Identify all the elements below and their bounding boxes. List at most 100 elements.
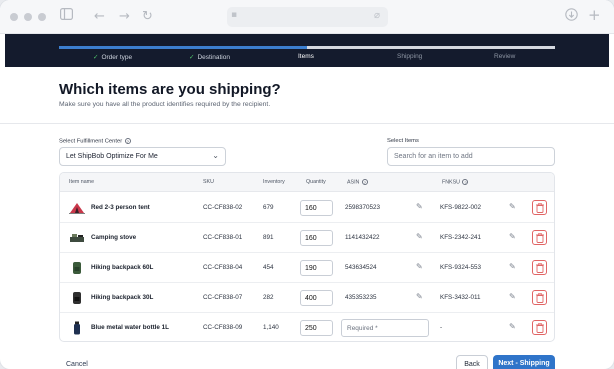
delete-row-trash-icon[interactable]: [532, 320, 547, 335]
item-name: Hiking backpack 30L: [91, 294, 154, 301]
address-bar[interactable]: ▪ ⌀: [227, 7, 388, 27]
delete-row-trash-icon[interactable]: [532, 200, 547, 215]
step-review[interactable]: Review: [494, 53, 515, 60]
table-row: Blue metal water bottle 1L CC-CF838-09 1…: [60, 313, 554, 341]
item-inventory: 1,140: [263, 324, 279, 331]
window-zoom-dot[interactable]: [38, 13, 46, 21]
step-order-type[interactable]: ✓ Order type: [93, 53, 132, 61]
delete-row-trash-icon[interactable]: [532, 290, 547, 305]
item-sku: CC-CF838-01: [203, 234, 243, 241]
fulfillment-center-label: Select Fulfillment Center ?: [59, 138, 131, 145]
item-fnsku: KFS-9822-002: [440, 204, 481, 211]
reload-icon[interactable]: ↻: [142, 9, 153, 25]
step-label: Shipping: [397, 53, 423, 60]
step-label: Order type: [101, 54, 133, 61]
item-asin: 1141432422: [345, 234, 380, 241]
asin-input[interactable]: Required *: [341, 319, 429, 337]
column-fnsku-label: FNKSU: [442, 179, 460, 186]
quantity-value: 190: [305, 265, 317, 272]
item-name: Hiking backpack 60L: [91, 264, 154, 271]
progress-stepper: ✓ Order type ✓ Destination Items Shipping …: [5, 34, 609, 67]
check-icon: ✓: [189, 53, 195, 61]
item-name: Blue metal water bottle 1L: [91, 324, 170, 331]
info-icon[interactable]: ?: [124, 138, 131, 144]
backpack-thumbnail: [73, 292, 81, 304]
column-inventory: Inventory: [263, 179, 285, 185]
quantity-value: 160: [305, 235, 317, 242]
item-asin: 2598370523: [345, 204, 381, 211]
edit-row-pencil-icon[interactable]: ✎: [509, 292, 516, 301]
step-destination[interactable]: ✓ Destination: [189, 53, 230, 61]
item-sku: CC-CF838-02: [203, 204, 243, 211]
progress-track: [59, 46, 555, 49]
item-asin: 435353235: [345, 294, 377, 301]
step-label: Items: [298, 53, 314, 60]
backpack-thumbnail: [73, 262, 81, 274]
step-shipping[interactable]: Shipping: [397, 53, 422, 60]
edit-asin-pencil-icon[interactable]: ✎: [416, 262, 423, 271]
page-title: Which items are you shipping?: [59, 81, 281, 98]
edit-asin-pencil-icon[interactable]: ✎: [416, 292, 423, 301]
item-inventory: 454: [263, 264, 274, 271]
sidebar-toggle-icon[interactable]: [60, 8, 74, 25]
edit-row-pencil-icon[interactable]: ✎: [509, 262, 516, 271]
item-fnsku: KFS-2342-241: [440, 234, 481, 241]
item-search-input[interactable]: Search for an item to add: [387, 147, 555, 166]
info-icon[interactable]: ?: [462, 179, 469, 185]
item-inventory: 282: [263, 294, 274, 301]
table-header: Item name SKU Inventory Quantity ASIN ? …: [60, 173, 554, 192]
bottle-thumbnail: [74, 321, 80, 335]
select-items-label: Select Items: [387, 138, 419, 144]
chevron-down-icon: ⌄: [212, 151, 219, 160]
quantity-input[interactable]: 160: [300, 200, 333, 216]
fulfillment-center-select[interactable]: Let ShipBob Optimize For Me ⌄: [59, 147, 226, 166]
back-button[interactable]: Back: [456, 355, 488, 369]
arrow-left-icon[interactable]: ←: [94, 9, 105, 25]
quantity-input[interactable]: 190: [300, 260, 333, 276]
browser-window: ← → ↻ ▪ ⌀ + ✓ Order type ✓ Destination Ite…: [0, 0, 614, 369]
edit-row-pencil-icon[interactable]: ✎: [509, 202, 516, 211]
table-row: Camping stove CC-CF838-01 891 160 114143…: [60, 223, 554, 253]
column-item-name: Item name: [69, 179, 95, 185]
window-minimize-dot[interactable]: [24, 13, 32, 21]
cancel-link[interactable]: Cancel: [66, 361, 88, 368]
arrow-right-icon[interactable]: →: [119, 9, 130, 25]
edit-row-pencil-icon[interactable]: ✎: [509, 322, 516, 331]
quantity-input[interactable]: 160: [300, 230, 333, 246]
column-sku: SKU: [203, 179, 214, 185]
window-close-dot[interactable]: [10, 13, 18, 21]
page-subtitle: Make sure you have all the product ident…: [59, 101, 271, 108]
item-sku: CC-CF838-04: [203, 264, 243, 271]
quantity-input[interactable]: 400: [300, 290, 333, 306]
quantity-value: 250: [305, 325, 317, 332]
column-fnsku: FNKSU ?: [442, 179, 469, 186]
edit-asin-pencil-icon[interactable]: ✎: [416, 232, 423, 241]
info-icon[interactable]: ?: [361, 179, 368, 185]
item-fnsku: KFS-9324-553: [440, 264, 481, 271]
plus-icon[interactable]: +: [588, 7, 601, 23]
fulfillment-selected-value: Let ShipBob Optimize For Me: [66, 153, 158, 160]
item-inventory: 679: [263, 204, 274, 211]
download-icon[interactable]: [565, 8, 578, 26]
quantity-input[interactable]: 250: [300, 320, 333, 336]
delete-row-trash-icon[interactable]: [532, 260, 547, 275]
item-fnsku: KFS-3432-011: [440, 294, 481, 301]
item-inventory: 891: [263, 234, 274, 241]
step-items[interactable]: Items: [298, 53, 314, 60]
edit-row-pencil-icon[interactable]: ✎: [509, 232, 516, 241]
delete-row-trash-icon[interactable]: [532, 230, 547, 245]
next-shipping-button[interactable]: Next - Shipping: [493, 355, 555, 369]
stove-thumbnail: [70, 234, 84, 242]
item-search-placeholder: Search for an item to add: [394, 153, 473, 160]
item-asin: 543634524: [345, 264, 377, 271]
item-fnsku: -: [440, 324, 443, 331]
column-asin-label: ASIN: [347, 179, 360, 186]
quantity-value: 160: [305, 205, 317, 212]
tent-thumbnail: [69, 203, 85, 214]
item-sku: CC-CF838-07: [203, 294, 243, 301]
step-label: Destination: [197, 54, 230, 61]
edit-asin-pencil-icon[interactable]: ✎: [416, 202, 423, 211]
items-table: Item name SKU Inventory Quantity ASIN ? …: [59, 172, 555, 342]
fulfillment-label-text: Select Fulfillment Center: [59, 138, 123, 145]
item-name: Camping stove: [91, 234, 137, 241]
